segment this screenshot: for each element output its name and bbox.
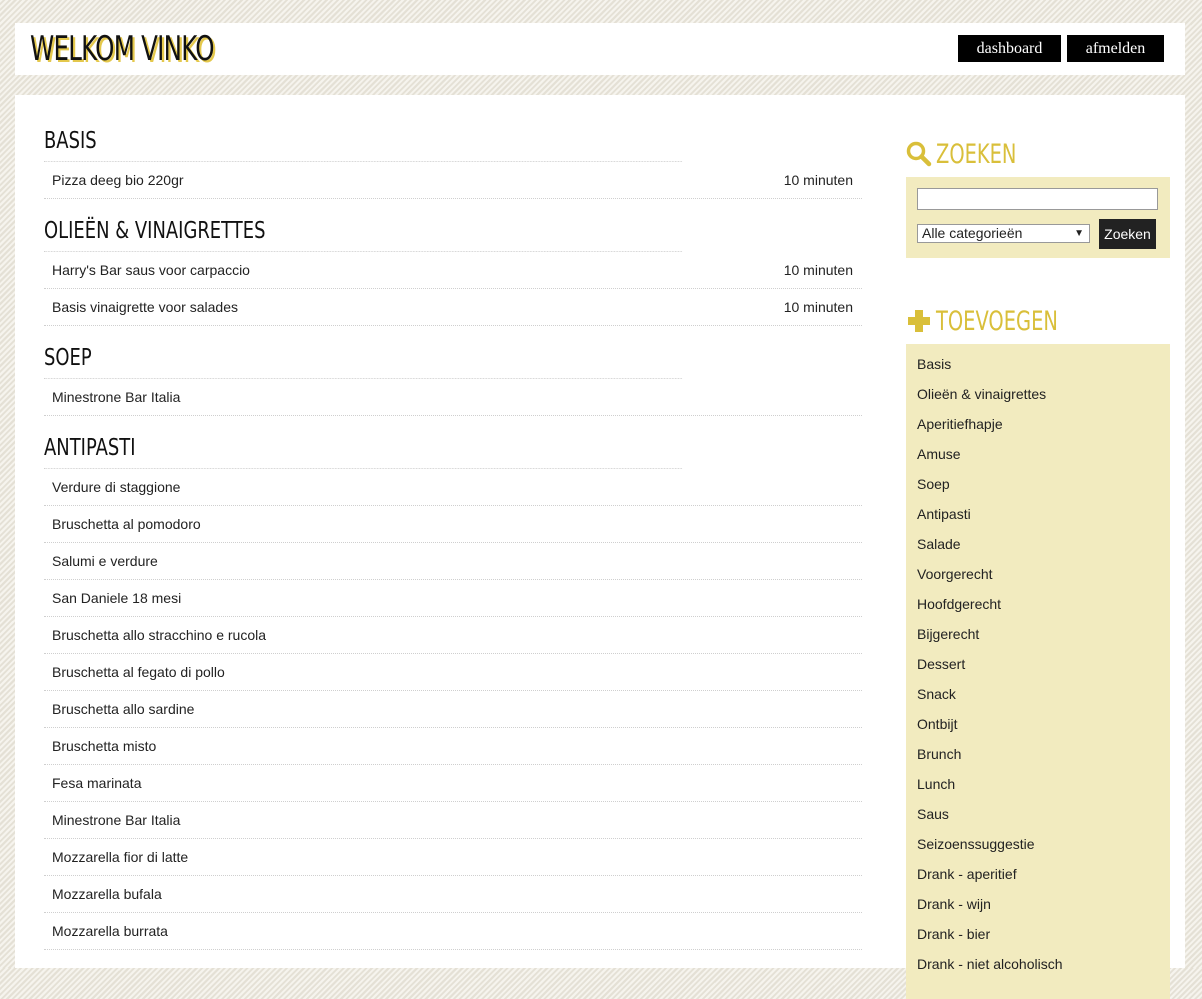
category-heading: BASIS (44, 115, 683, 162)
recipe-row[interactable]: Bruschetta al fegato di pollo (44, 654, 862, 691)
add-category-item[interactable]: Drank - niet alcoholisch (906, 949, 1170, 979)
category-heading: ANTIPASTI (44, 422, 683, 469)
add-category-item[interactable]: Saus (906, 799, 1170, 829)
logout-button[interactable]: afmelden (1067, 35, 1164, 62)
recipe-row[interactable]: Bruschetta al pomodoro (44, 506, 862, 543)
add-category-list: Basis Olieën & vinaigrettes Aperitiefhapje… (906, 344, 1170, 999)
recipe-name: Bruschetta al fegato di pollo (52, 664, 225, 680)
recipe-time: 10 minuten (783, 299, 853, 315)
add-heading: TOEVOEGEN (906, 302, 1170, 344)
add-category-item[interactable]: Lunch (906, 769, 1170, 799)
search-heading: ZOEKEN (906, 135, 1170, 177)
recipe-row[interactable]: Minestrone Bar Italia (44, 802, 862, 839)
add-category-item[interactable]: Voorgerecht (906, 559, 1170, 589)
chevron-down-icon: ▼ (1074, 228, 1084, 239)
recipe-row[interactable]: Mozzarella burrata (44, 913, 862, 950)
category-heading: OLIEËN & VINAIGRETTES (44, 205, 683, 252)
add-category-item[interactable]: Seizoenssuggestie (906, 829, 1170, 859)
dashboard-button[interactable]: dashboard (958, 35, 1061, 62)
add-category-item[interactable]: Dessert (906, 649, 1170, 679)
recipe-name: Verdure di staggione (52, 479, 181, 495)
recipe-name: Harry's Bar saus voor carpaccio (52, 262, 250, 278)
add-category-item[interactable]: Drank - wijn (906, 889, 1170, 919)
recipe-row[interactable]: Pizza deeg bio 220gr 10 minuten (44, 162, 862, 199)
recipe-list: BASIS Pizza deeg bio 220gr 10 minuten OLIEË… (44, 115, 862, 950)
recipe-name: Mozzarella fior di latte (52, 849, 189, 865)
add-category-item[interactable]: Drank - bier (906, 919, 1170, 949)
recipe-row[interactable]: Harry's Bar saus voor carpaccio 10 minute… (44, 252, 862, 289)
category-select-value: Alle categorieën (922, 225, 1023, 241)
recipe-row[interactable]: Salumi e verdure (44, 543, 862, 580)
add-category-item[interactable]: Brunch (906, 739, 1170, 769)
add-category-item[interactable]: Olieën & vinaigrettes (906, 379, 1170, 409)
add-category-item[interactable]: Salade (906, 529, 1170, 559)
recipe-name: Bruschetta al pomodoro (52, 516, 201, 532)
search-input[interactable] (917, 188, 1158, 210)
add-category-item[interactable]: Basis (906, 349, 1170, 379)
recipe-row[interactable]: Bruschetta allo stracchino e rucola (44, 617, 862, 654)
recipe-name: Minestrone Bar Italia (52, 812, 181, 828)
recipe-name: Minestrone Bar Italia (52, 389, 181, 405)
recipe-name: Bruschetta allo stracchino e rucola (52, 627, 266, 643)
recipe-row[interactable]: Verdure di staggione (44, 469, 862, 506)
main-panel: BASIS Pizza deeg bio 220gr 10 minuten OLIEË… (15, 95, 1185, 999)
add-heading-label: TOEVOEGEN (936, 306, 1058, 337)
recipe-row[interactable]: San Daniele 18 mesi (44, 580, 862, 617)
recipe-name: San Daniele 18 mesi (52, 590, 182, 606)
search-button[interactable]: Zoeken (1099, 219, 1156, 249)
add-category-item[interactable]: Bijgerecht (906, 619, 1170, 649)
recipe-row[interactable]: Fesa marinata (44, 765, 862, 802)
recipe-row[interactable]: Bruschetta allo sardine (44, 691, 862, 728)
recipe-name: Mozzarella bufala (52, 886, 162, 902)
category-select[interactable]: Alle categorieën ▼ (917, 224, 1090, 243)
recipe-name: Mozzarella burrata (52, 923, 168, 939)
recipe-row[interactable]: Bruschetta misto (44, 728, 862, 765)
recipe-name: Bruschetta allo sardine (52, 701, 195, 717)
add-category-item[interactable]: Soep (906, 469, 1170, 499)
category-heading: SOEP (44, 332, 683, 379)
search-form: Alle categorieën ▼ Zoeken (906, 177, 1170, 258)
add-category-item[interactable]: Aperitiefhapje (906, 409, 1170, 439)
recipe-name: Fesa marinata (52, 775, 142, 791)
recipe-time: 10 minuten (783, 172, 853, 188)
add-category-item[interactable]: Ontbijt (906, 709, 1170, 739)
add-category-item[interactable]: Antipasti (906, 499, 1170, 529)
recipe-row[interactable]: Mozzarella bufala (44, 876, 862, 913)
search-heading-label: ZOEKEN (936, 139, 1017, 170)
sidebar: ZOEKEN Alle categorieën ▼ Zoeken TOEVOEG… (906, 135, 1170, 999)
recipe-time: 10 minuten (783, 262, 853, 278)
header: WELKOM VINKO dashboard afmelden (15, 23, 1185, 75)
page-title: WELKOM VINKO (30, 29, 215, 69)
recipe-row[interactable]: Minestrone Bar Italia (44, 379, 862, 416)
recipe-name: Salumi e verdure (52, 553, 158, 569)
add-category-item[interactable]: Drank - aperitief (906, 859, 1170, 889)
recipe-name: Bruschetta misto (52, 738, 157, 754)
recipe-name: Pizza deeg bio 220gr (52, 172, 184, 188)
recipe-row[interactable]: Mozzarella fior di latte (44, 839, 862, 876)
recipe-name: Basis vinaigrette voor salades (52, 299, 238, 315)
search-icon (906, 141, 932, 167)
add-category-item[interactable]: Hoofdgerecht (906, 589, 1170, 619)
plus-icon (908, 310, 930, 332)
recipe-row[interactable]: Basis vinaigrette voor salades 10 minuten (44, 289, 862, 326)
add-category-item[interactable]: Amuse (906, 439, 1170, 469)
add-category-item[interactable]: Snack (906, 679, 1170, 709)
